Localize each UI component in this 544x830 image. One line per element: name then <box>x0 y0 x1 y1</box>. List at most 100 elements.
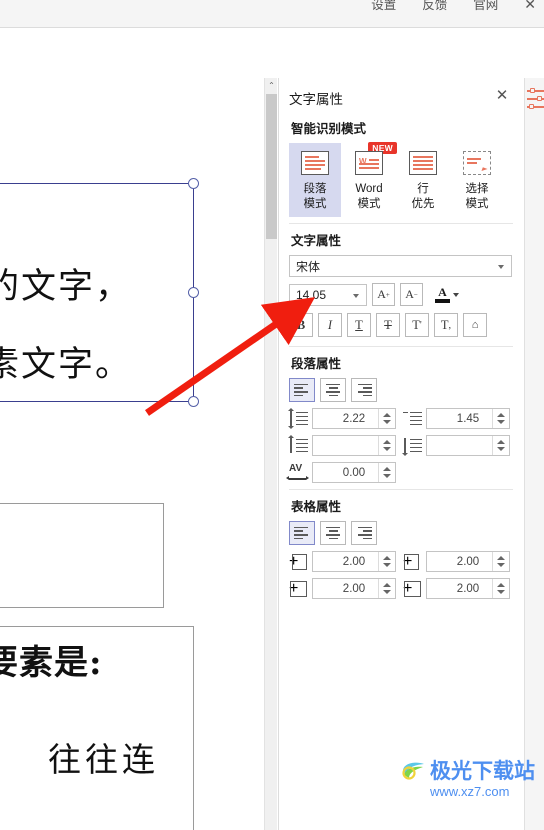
space-after-input[interactable] <box>426 435 510 456</box>
line-spacing-input[interactable]: 2.22 <box>312 408 396 429</box>
padding-left-icon: + <box>289 553 308 571</box>
menu-website[interactable]: 官网 <box>473 0 498 13</box>
resize-handle-bottom-right[interactable] <box>188 396 199 407</box>
padding-left-stepper[interactable] <box>378 552 395 571</box>
document-page: 的文字， 素文字。 要素是: 往往连 类型为四 <box>0 73 262 830</box>
font-color-chevron-down-icon[interactable] <box>453 292 459 297</box>
paragraph-align-group <box>289 378 513 402</box>
watermark-name: 极光下载站 <box>430 759 535 783</box>
titlebar: 设置 反馈 官网 ✕ <box>0 0 544 28</box>
resize-handle-top-right[interactable] <box>188 178 199 189</box>
document-text-line: 的文字， <box>0 267 133 307</box>
scrollbar-thumb[interactable] <box>266 94 277 239</box>
padding-top-field: + 2.00 <box>289 578 397 599</box>
resize-handle-middle-right[interactable] <box>188 286 199 298</box>
space-before-input[interactable] <box>312 435 396 456</box>
increase-font-sup: + <box>385 290 390 299</box>
recognition-mode-group: 段落 模式 NEW W Word 模式 行 优先 选择 模式 <box>289 142 513 217</box>
sliders-icon[interactable] <box>527 87 544 112</box>
table-spin-row: + 2.00 + 2.00 <box>289 578 513 599</box>
strikethrough-button[interactable]: T <box>376 313 400 337</box>
word-mode-icon: W <box>355 151 383 175</box>
scroll-up-icon[interactable]: ⌃ <box>265 78 278 93</box>
font-family-value: 宋体 <box>296 259 321 274</box>
paragraph-spin-row: AV 0.00 <box>286 462 513 483</box>
space-after-stepper[interactable] <box>492 436 509 455</box>
chevron-down-icon <box>353 293 359 298</box>
document-text-line: 素文字。 <box>0 345 133 385</box>
subscript-icon: T <box>440 317 449 332</box>
italic-button[interactable]: I <box>318 313 342 337</box>
space-before-stepper[interactable] <box>378 436 395 455</box>
paragraph-spin-row <box>288 434 513 456</box>
document-canvas[interactable]: 的文字， 素文字。 要素是: 往往连 类型为四 <box>0 28 262 830</box>
mode-select[interactable]: 选择 模式 <box>451 143 503 217</box>
underline-button[interactable]: T <box>347 313 371 337</box>
font-size-select[interactable]: 14.05 <box>289 283 367 306</box>
line-spacing-icon <box>288 407 308 429</box>
table-align-left-button[interactable] <box>289 521 315 545</box>
menu-settings[interactable]: 设置 <box>371 0 396 13</box>
table-props-label: 表格属性 <box>291 500 342 514</box>
space-after-icon <box>402 437 422 456</box>
subscript-button[interactable]: T, <box>434 313 458 337</box>
mode-word[interactable]: NEW W Word 模式 <box>343 142 397 217</box>
select-mode-icon <box>463 151 491 175</box>
space-before-field <box>288 434 397 456</box>
text-properties-panel: 文字属性 ✕ 智能识别模式 段落 模式 NEW W Word 模式 行 优先 选… <box>278 78 523 830</box>
paragraph-spin-row: 2.22 1.45 <box>288 407 513 429</box>
mode-label-line2: 模式 <box>303 198 327 210</box>
font-color-icon[interactable]: A <box>435 286 450 303</box>
document-scrollbar[interactable]: ⌃ <box>264 78 277 830</box>
padding-right-input[interactable]: 2.00 <box>426 551 510 572</box>
first-line-indent-value: 1.45 <box>456 412 480 425</box>
aurora-logo-icon <box>402 762 424 780</box>
mode-label-line1: 段落 <box>303 183 327 195</box>
menu-feedback[interactable]: 反馈 <box>422 0 447 13</box>
table-align-center-button[interactable] <box>320 521 346 545</box>
first-line-indent-field: 1.45 <box>403 408 511 429</box>
char-spacing-field: AV 0.00 <box>286 462 397 483</box>
first-line-indent-stepper[interactable] <box>492 409 509 428</box>
align-right-button[interactable] <box>351 378 377 402</box>
underline-icon: T <box>355 317 363 332</box>
mode-label-line1: 行 <box>417 183 429 195</box>
decrease-font-label: A <box>405 287 414 301</box>
clear-format-button[interactable]: ⌂ <box>463 313 487 337</box>
first-line-indent-input[interactable]: 1.45 <box>426 408 510 429</box>
padding-bottom-input[interactable]: 2.00 <box>426 578 510 599</box>
mode-label-line1: 选择 <box>465 183 489 195</box>
mode-line-priority[interactable]: 行 优先 <box>397 143 449 217</box>
titlebar-menus: 设置 反馈 官网 ✕ <box>371 0 536 13</box>
paragraph-props-label: 段落属性 <box>291 357 342 371</box>
decrease-font-size-button[interactable]: A − <box>400 283 423 306</box>
close-panel-icon[interactable]: ✕ <box>493 88 511 106</box>
superscript-icon: T <box>412 317 420 332</box>
close-window-icon[interactable]: ✕ <box>524 0 536 11</box>
padding-right-stepper[interactable] <box>492 552 509 571</box>
padding-top-input[interactable]: 2.00 <box>312 578 396 599</box>
line-spacing-stepper[interactable] <box>378 409 395 428</box>
table-align-right-button[interactable] <box>351 521 377 545</box>
char-spacing-icon: AV <box>286 463 309 482</box>
font-size-row: 14.05 A + A − A <box>289 283 513 306</box>
padding-top-value: 2.00 <box>342 582 366 595</box>
align-center-button[interactable] <box>320 378 346 402</box>
padding-top-stepper[interactable] <box>378 579 395 598</box>
font-color-control[interactable]: A <box>432 286 459 303</box>
recognized-region-box[interactable] <box>0 503 164 608</box>
divider <box>289 346 513 347</box>
char-spacing-input[interactable]: 0.00 <box>312 462 396 483</box>
right-rail <box>524 78 544 830</box>
increase-font-size-button[interactable]: A + <box>372 283 395 306</box>
char-spacing-stepper[interactable] <box>378 463 395 482</box>
padding-right-icon: + <box>403 553 422 571</box>
font-family-select[interactable]: 宋体 <box>289 255 512 277</box>
line-spacing-field: 2.22 <box>288 407 397 429</box>
padding-left-input[interactable]: 2.00 <box>312 551 396 572</box>
align-left-button[interactable] <box>289 378 315 402</box>
mode-paragraph[interactable]: 段落 模式 <box>289 143 341 217</box>
padding-bottom-stepper[interactable] <box>492 579 509 598</box>
bold-button[interactable]: B <box>289 313 313 337</box>
superscript-button[interactable]: T ' <box>405 313 429 337</box>
